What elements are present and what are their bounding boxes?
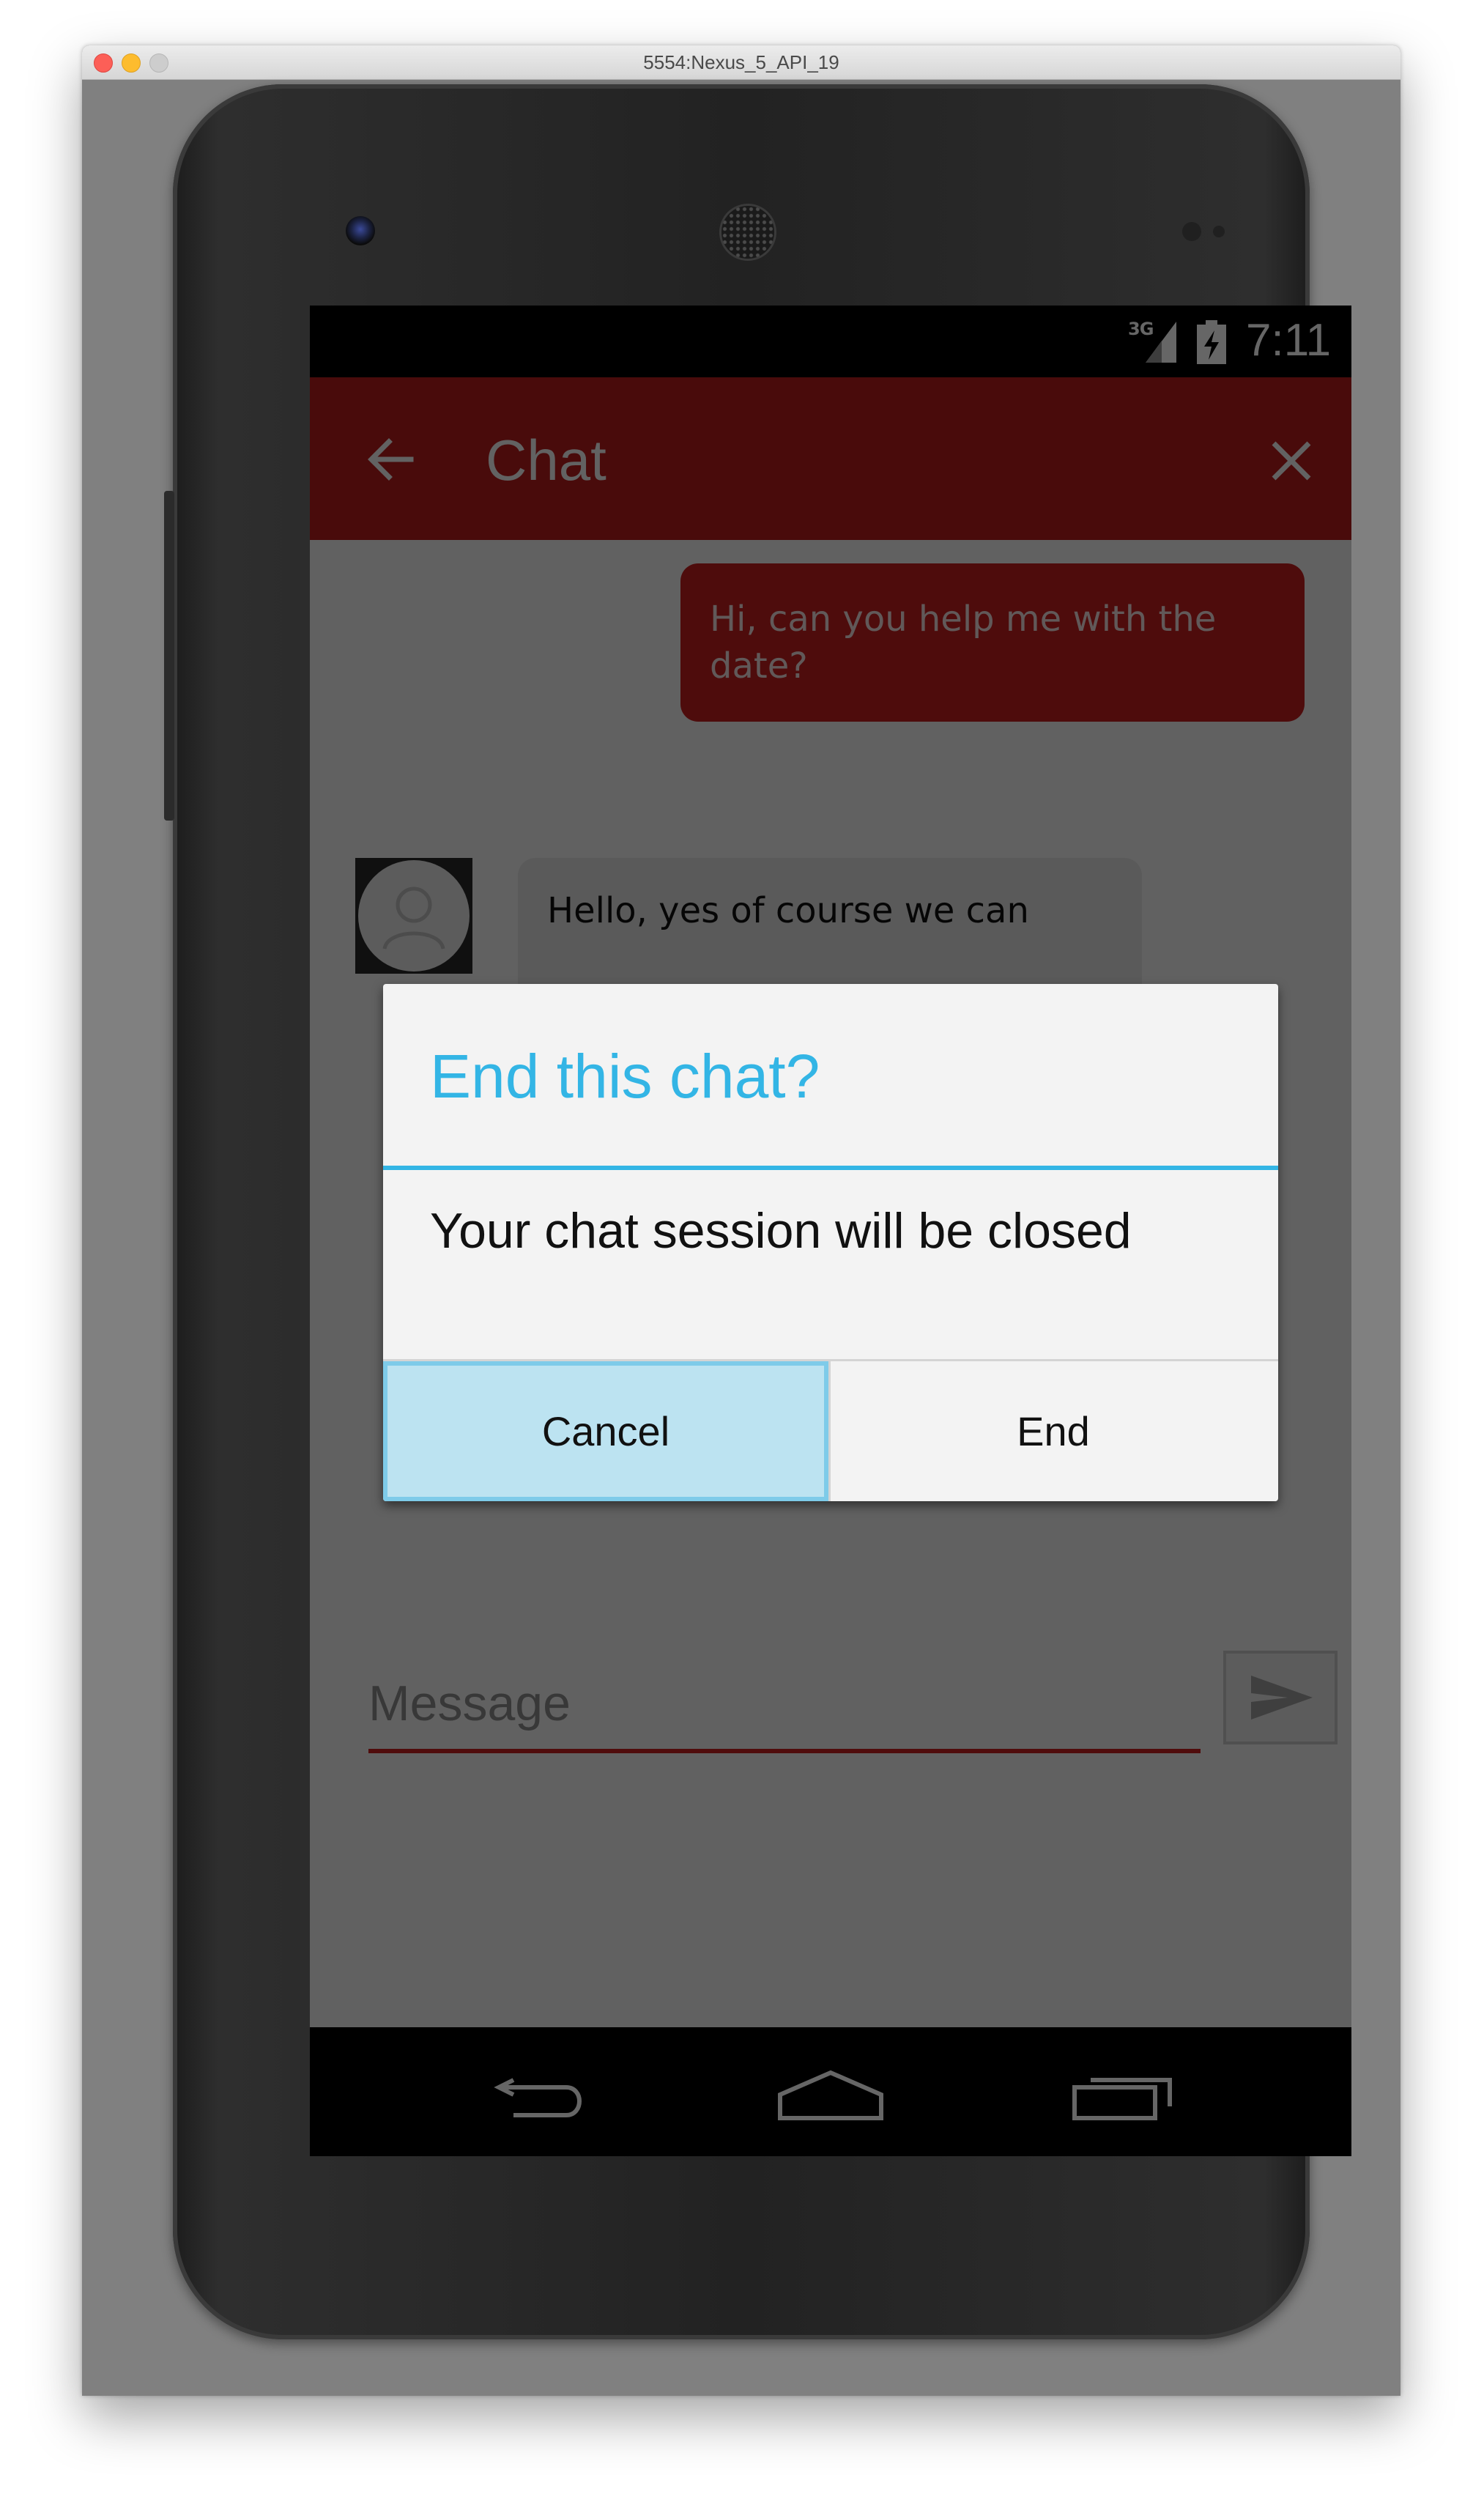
close-icon[interactable] (1268, 437, 1315, 484)
dialog-title: End this chat? (430, 1042, 820, 1111)
system-nav-bar (310, 2027, 1351, 2156)
dialog-message: Your chat session will be closed (430, 1203, 1132, 1259)
status-bar: 3G 7:11 (310, 306, 1351, 377)
cancel-button[interactable]: Cancel (383, 1361, 828, 1501)
recents-icon[interactable] (1069, 2065, 1179, 2124)
earpiece-speaker (719, 204, 776, 261)
emulator-window: 5554:Nexus_5_API_19 3G 7:11 Chat Hi, can… (82, 45, 1400, 2396)
clock: 7:11 (1246, 315, 1332, 366)
volume-button (164, 491, 174, 821)
window-title: 5554:Nexus_5_API_19 (643, 51, 839, 73)
back-icon[interactable] (493, 2065, 593, 2124)
message-input[interactable] (368, 1665, 1201, 1742)
device-screen: 3G 7:11 Chat Hi, can you help me with th… (310, 306, 1351, 2156)
outgoing-message: Hi, can you help me with the date? (680, 563, 1305, 722)
front-camera (346, 216, 375, 245)
light-sensor (1213, 226, 1225, 237)
app-bar: Chat (310, 377, 1351, 540)
input-underline (368, 1749, 1201, 1753)
send-button[interactable] (1223, 1651, 1338, 1744)
dialog-title-divider (383, 1166, 1278, 1170)
home-icon[interactable] (776, 2065, 886, 2124)
agent-avatar (355, 858, 472, 974)
signal-3g-icon: 3G (1128, 319, 1179, 364)
battery-charging-icon (1195, 320, 1228, 364)
window-titlebar: 5554:Nexus_5_API_19 (82, 45, 1400, 80)
composer (310, 1651, 1351, 1783)
page-title: Chat (486, 428, 606, 492)
proximity-sensor (1182, 222, 1201, 241)
arrow-back-icon[interactable] (361, 430, 420, 489)
end-chat-dialog: End this chat? Your chat session will be… (383, 984, 1278, 1501)
send-icon (1251, 1676, 1313, 1720)
end-button[interactable]: End (831, 1361, 1276, 1501)
message-text: Hello, yes of course we can (547, 890, 1029, 931)
message-text: Hi, can you help me with the date? (710, 599, 1217, 686)
phone-frame: 3G 7:11 Chat Hi, can you help me with th… (164, 84, 1351, 2339)
